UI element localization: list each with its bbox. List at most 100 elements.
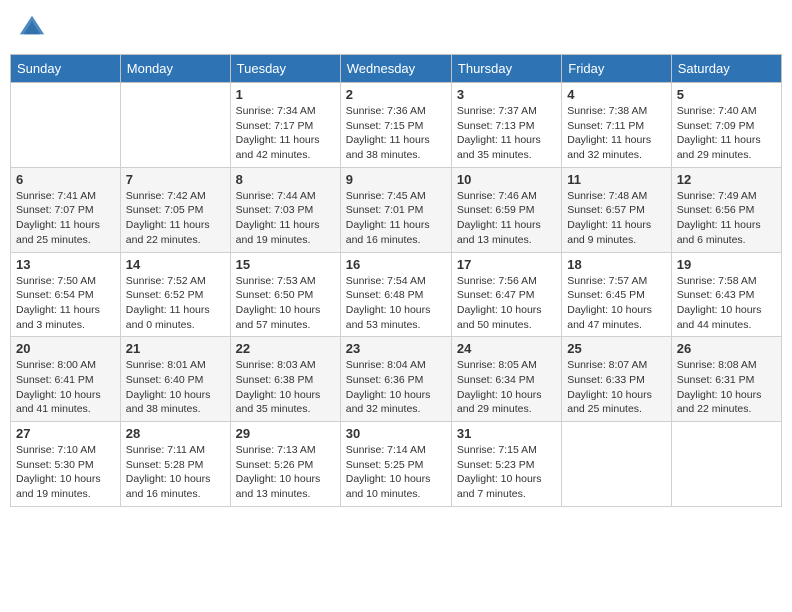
day-number: 10 [457, 172, 556, 187]
calendar-cell: 8 Sunrise: 7:44 AM Sunset: 7:03 PM Daylig… [230, 167, 340, 252]
day-info: Sunrise: 7:45 AM Sunset: 7:01 PM Dayligh… [346, 189, 446, 248]
day-number: 11 [567, 172, 665, 187]
day-number: 2 [346, 87, 446, 102]
day-info: Sunrise: 7:50 AM Sunset: 6:54 PM Dayligh… [16, 274, 115, 333]
calendar-cell: 22 Sunrise: 8:03 AM Sunset: 6:38 PM Dayli… [230, 337, 340, 422]
day-number: 12 [677, 172, 776, 187]
calendar-cell: 4 Sunrise: 7:38 AM Sunset: 7:11 PM Daylig… [562, 83, 671, 168]
calendar-week-row: 6 Sunrise: 7:41 AM Sunset: 7:07 PM Daylig… [11, 167, 782, 252]
day-info: Sunrise: 7:10 AM Sunset: 5:30 PM Dayligh… [16, 443, 115, 502]
calendar-week-row: 20 Sunrise: 8:00 AM Sunset: 6:41 PM Dayli… [11, 337, 782, 422]
day-info: Sunrise: 8:07 AM Sunset: 6:33 PM Dayligh… [567, 358, 665, 417]
calendar-cell: 25 Sunrise: 8:07 AM Sunset: 6:33 PM Dayli… [562, 337, 671, 422]
calendar-cell [120, 83, 230, 168]
calendar-cell: 5Sunrise: 7:40 AM Sunset: 7:09 PM Daylig… [671, 83, 781, 168]
day-info: Sunrise: 7:58 AM Sunset: 6:43 PM Dayligh… [677, 274, 776, 333]
day-number: 5 [677, 87, 776, 102]
column-header-tuesday: Tuesday [230, 55, 340, 83]
day-info: Sunrise: 8:05 AM Sunset: 6:34 PM Dayligh… [457, 358, 556, 417]
calendar-cell: 21 Sunrise: 8:01 AM Sunset: 6:40 PM Dayli… [120, 337, 230, 422]
day-number: 15 [236, 257, 335, 272]
calendar-cell: 27 Sunrise: 7:10 AM Sunset: 5:30 PM Dayli… [11, 422, 121, 507]
day-number: 6 [16, 172, 115, 187]
day-info: Sunrise: 7:36 AM Sunset: 7:15 PM Dayligh… [346, 104, 446, 163]
calendar-cell: 9 Sunrise: 7:45 AM Sunset: 7:01 PM Daylig… [340, 167, 451, 252]
calendar-cell: 26 Sunrise: 8:08 AM Sunset: 6:31 PM Dayli… [671, 337, 781, 422]
calendar-cell: 30Sunrise: 7:14 AM Sunset: 5:25 PM Dayli… [340, 422, 451, 507]
calendar-cell: 13 Sunrise: 7:50 AM Sunset: 6:54 PM Dayli… [11, 252, 121, 337]
day-number: 22 [236, 341, 335, 356]
day-info: Sunrise: 7:37 AM Sunset: 7:13 PM Dayligh… [457, 104, 556, 163]
day-info: Sunrise: 8:03 AM Sunset: 6:38 PM Dayligh… [236, 358, 335, 417]
day-info: Sunrise: 7:11 AM Sunset: 5:28 PM Dayligh… [126, 443, 225, 502]
calendar-cell: 10Sunrise: 7:46 AM Sunset: 6:59 PM Dayli… [451, 167, 561, 252]
column-header-thursday: Thursday [451, 55, 561, 83]
day-info: Sunrise: 8:08 AM Sunset: 6:31 PM Dayligh… [677, 358, 776, 417]
calendar-cell: 15 Sunrise: 7:53 AM Sunset: 6:50 PM Dayli… [230, 252, 340, 337]
day-info: Sunrise: 7:13 AM Sunset: 5:26 PM Dayligh… [236, 443, 335, 502]
day-info: Sunrise: 7:54 AM Sunset: 6:48 PM Dayligh… [346, 274, 446, 333]
day-info: Sunrise: 7:56 AM Sunset: 6:47 PM Dayligh… [457, 274, 556, 333]
calendar-cell: 7 Sunrise: 7:42 AM Sunset: 7:05 PM Daylig… [120, 167, 230, 252]
day-number: 21 [126, 341, 225, 356]
day-number: 28 [126, 426, 225, 441]
calendar-cell: 11 Sunrise: 7:48 AM Sunset: 6:57 PM Dayli… [562, 167, 671, 252]
day-info: Sunrise: 7:53 AM Sunset: 6:50 PM Dayligh… [236, 274, 335, 333]
day-number: 1 [236, 87, 335, 102]
calendar-cell: 18 Sunrise: 7:57 AM Sunset: 6:45 PM Dayli… [562, 252, 671, 337]
calendar-cell: 17 Sunrise: 7:56 AM Sunset: 6:47 PM Dayli… [451, 252, 561, 337]
day-number: 4 [567, 87, 665, 102]
day-number: 16 [346, 257, 446, 272]
day-number: 17 [457, 257, 556, 272]
calendar-cell: 2 Sunrise: 7:36 AM Sunset: 7:15 PM Daylig… [340, 83, 451, 168]
day-info: Sunrise: 7:57 AM Sunset: 6:45 PM Dayligh… [567, 274, 665, 333]
calendar-week-row: 1 Sunrise: 7:34 AM Sunset: 7:17 PM Daylig… [11, 83, 782, 168]
day-number: 25 [567, 341, 665, 356]
calendar-cell: 20 Sunrise: 8:00 AM Sunset: 6:41 PM Dayli… [11, 337, 121, 422]
day-number: 26 [677, 341, 776, 356]
day-number: 13 [16, 257, 115, 272]
day-info: Sunrise: 8:01 AM Sunset: 6:40 PM Dayligh… [126, 358, 225, 417]
day-number: 31 [457, 426, 556, 441]
calendar-cell: 14Sunrise: 7:52 AM Sunset: 6:52 PM Dayli… [120, 252, 230, 337]
day-info: Sunrise: 8:04 AM Sunset: 6:36 PM Dayligh… [346, 358, 446, 417]
day-number: 23 [346, 341, 446, 356]
day-number: 27 [16, 426, 115, 441]
day-info: Sunrise: 8:00 AM Sunset: 6:41 PM Dayligh… [16, 358, 115, 417]
day-number: 19 [677, 257, 776, 272]
calendar-cell [562, 422, 671, 507]
day-info: Sunrise: 7:48 AM Sunset: 6:57 PM Dayligh… [567, 189, 665, 248]
calendar-cell: 31Sunrise: 7:15 AM Sunset: 5:23 PM Dayli… [451, 422, 561, 507]
day-info: Sunrise: 7:34 AM Sunset: 7:17 PM Dayligh… [236, 104, 335, 163]
calendar-cell [11, 83, 121, 168]
calendar-cell: 16 Sunrise: 7:54 AM Sunset: 6:48 PM Dayli… [340, 252, 451, 337]
day-info: Sunrise: 7:38 AM Sunset: 7:11 PM Dayligh… [567, 104, 665, 163]
page-header [10, 10, 782, 46]
logo-icon [18, 12, 46, 40]
day-info: Sunrise: 7:41 AM Sunset: 7:07 PM Dayligh… [16, 189, 115, 248]
day-number: 8 [236, 172, 335, 187]
day-info: Sunrise: 7:44 AM Sunset: 7:03 PM Dayligh… [236, 189, 335, 248]
day-info: Sunrise: 7:14 AM Sunset: 5:25 PM Dayligh… [346, 443, 446, 502]
day-number: 18 [567, 257, 665, 272]
column-header-wednesday: Wednesday [340, 55, 451, 83]
calendar-cell: 24 Sunrise: 8:05 AM Sunset: 6:34 PM Dayli… [451, 337, 561, 422]
day-number: 7 [126, 172, 225, 187]
day-info: Sunrise: 7:49 AM Sunset: 6:56 PM Dayligh… [677, 189, 776, 248]
calendar-cell: 1 Sunrise: 7:34 AM Sunset: 7:17 PM Daylig… [230, 83, 340, 168]
day-number: 9 [346, 172, 446, 187]
calendar-cell: 19 Sunrise: 7:58 AM Sunset: 6:43 PM Dayli… [671, 252, 781, 337]
calendar-cell: 28 Sunrise: 7:11 AM Sunset: 5:28 PM Dayli… [120, 422, 230, 507]
calendar-table: SundayMondayTuesdayWednesdayThursdayFrid… [10, 54, 782, 507]
calendar-cell: 3Sunrise: 7:37 AM Sunset: 7:13 PM Daylig… [451, 83, 561, 168]
column-header-monday: Monday [120, 55, 230, 83]
day-number: 20 [16, 341, 115, 356]
column-header-saturday: Saturday [671, 55, 781, 83]
column-header-friday: Friday [562, 55, 671, 83]
logo [18, 14, 48, 42]
day-info: Sunrise: 7:42 AM Sunset: 7:05 PM Dayligh… [126, 189, 225, 248]
day-number: 24 [457, 341, 556, 356]
column-header-sunday: Sunday [11, 55, 121, 83]
calendar-cell [671, 422, 781, 507]
calendar-cell: 29Sunrise: 7:13 AM Sunset: 5:26 PM Dayli… [230, 422, 340, 507]
